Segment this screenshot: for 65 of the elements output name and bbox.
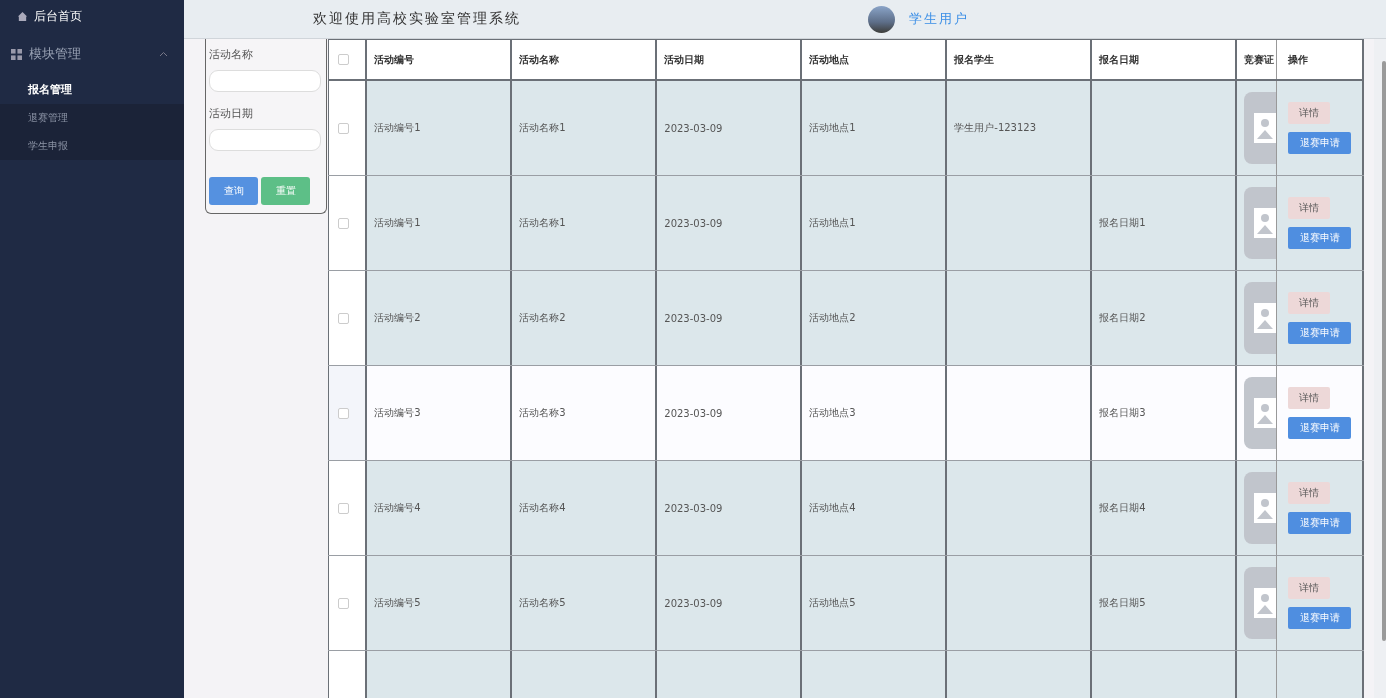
system-title: 欢迎使用高校实验室管理系统 (313, 10, 522, 28)
sidebar-item[interactable]: 报名管理 (0, 76, 184, 104)
home-icon (17, 10, 28, 22)
detail-button[interactable]: 详情 (1288, 482, 1331, 504)
row-checkbox[interactable] (338, 407, 350, 419)
table-cell: 报名日期1 (1099, 216, 1146, 230)
select-all-checkbox[interactable] (338, 54, 350, 65)
table-cell: 活动名称2 (519, 311, 566, 325)
row-checkbox[interactable] (338, 502, 350, 514)
withdraw-button[interactable]: 退赛申请 (1288, 607, 1352, 629)
table-cell: 报名日期5 (1099, 596, 1146, 610)
withdraw-button[interactable]: 退赛申请 (1288, 417, 1352, 439)
withdraw-button[interactable]: 退赛申请 (1288, 322, 1352, 344)
table-cell: 2023-03-09 (664, 217, 723, 229)
scrollbar-thumb[interactable] (1382, 61, 1386, 641)
grid-icon (11, 48, 22, 60)
detail-button[interactable]: 详情 (1288, 197, 1331, 219)
table-cell: 2023-03-09 (664, 407, 723, 419)
detail-button[interactable]: 详情 (1288, 292, 1331, 314)
withdraw-button[interactable]: 退赛申请 (1288, 132, 1352, 154)
avatar-icon[interactable] (868, 5, 895, 33)
table-cell: 活动地点5 (809, 596, 856, 610)
search-button[interactable]: 查询 (209, 177, 258, 205)
row-checkbox[interactable] (338, 217, 350, 229)
table-cell: 学生用户-123123 (954, 121, 1037, 135)
sidebar-item[interactable]: 退赛管理 (0, 104, 184, 132)
table-cell: 活动编号1 (374, 121, 421, 135)
input-field[interactable] (209, 70, 321, 92)
table-cell: 2023-03-09 (664, 502, 723, 514)
table-cell: 活动名称4 (519, 501, 566, 515)
user-name[interactable]: 学生用户 (909, 10, 969, 28)
sidebar-item[interactable]: 学生申报 (0, 132, 184, 160)
table-cell: 活动编号3 (374, 406, 421, 420)
sidebar-item[interactable]: 后台首页 (0, 0, 184, 32)
table-cell: 活动名称1 (519, 216, 566, 230)
row-checkbox[interactable] (338, 312, 350, 324)
field-label: 活动日期 (209, 106, 254, 122)
table-cell: 活动编号5 (374, 596, 421, 610)
table-cell: 2023-03-09 (664, 312, 723, 324)
table-cell: 活动地点4 (809, 501, 856, 515)
table-cell: 活动编号4 (374, 501, 421, 515)
table-cell: 活动名称3 (519, 406, 566, 420)
table-cell: 活动地点2 (809, 311, 856, 325)
table-cell: 活动名称5 (519, 596, 566, 610)
detail-button[interactable]: 详情 (1288, 102, 1331, 124)
table-cell: 活动地点1 (809, 216, 856, 230)
table-cell: 活动地点3 (809, 406, 856, 420)
table-cell: 报名日期2 (1099, 311, 1146, 325)
table-cell: 活动名称1 (519, 121, 566, 135)
detail-button[interactable]: 详情 (1288, 577, 1331, 599)
field-label: 活动名称 (209, 47, 254, 63)
table-cell: 活动编号2 (374, 311, 421, 325)
table-cell: 2023-03-09 (664, 597, 723, 609)
input-field[interactable] (209, 129, 321, 151)
withdraw-button[interactable]: 退赛申请 (1288, 512, 1352, 534)
sidebar-group[interactable]: 模块管理 (0, 32, 184, 76)
row-checkbox[interactable] (338, 122, 350, 134)
row-checkbox[interactable] (338, 597, 350, 609)
table-cell: 报名日期4 (1099, 501, 1146, 515)
withdraw-button[interactable]: 退赛申请 (1288, 227, 1352, 249)
table-cell: 活动编号1 (374, 216, 421, 230)
table-cell: 2023-03-09 (664, 122, 723, 134)
table-cell: 活动地点1 (809, 121, 856, 135)
table-cell: 报名日期3 (1099, 406, 1146, 420)
detail-button[interactable]: 详情 (1288, 387, 1331, 409)
